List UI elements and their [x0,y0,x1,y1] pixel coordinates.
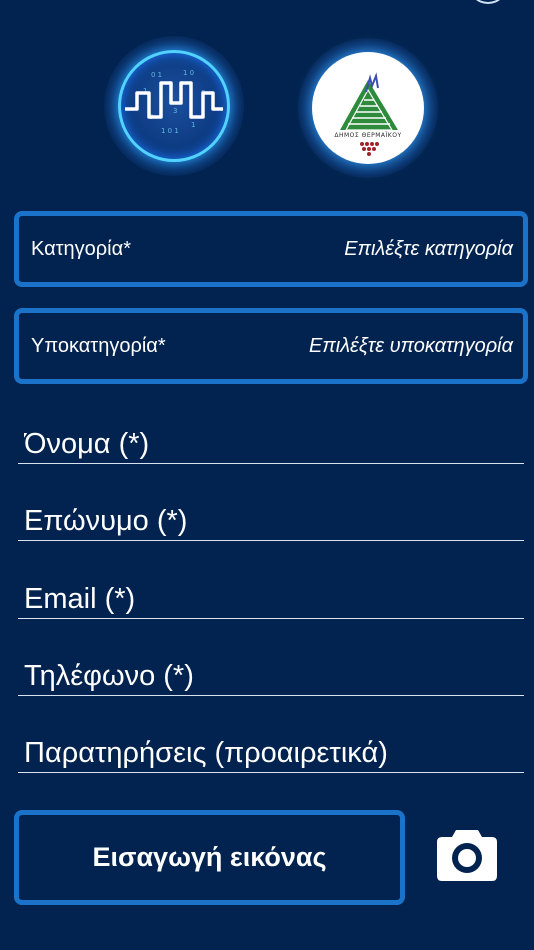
city-wave-icon: 0 1 1 0 1 0 1 0 1 1 0 3 [125,69,223,135]
last-name-field-container [18,493,524,541]
notes-input[interactable] [24,737,514,770]
municipality-logo-badge: ΔΗΜΟΣ ΘΕΡΜΑΪΚΟΥ [312,52,424,164]
subcategory-select[interactable]: Υποκατηγορία* Επιλέξτε υποκατηγορία [14,308,528,384]
mountain-logo-icon [340,72,398,156]
svg-text:3: 3 [173,107,177,115]
app-logo: 0 1 1 0 1 0 1 0 1 1 0 3 [104,36,244,176]
category-value: Επιλέξτε κατηγορία [344,237,513,260]
municipality-logo: ΔΗΜΟΣ ΘΕΡΜΑΪΚΟΥ [298,38,438,178]
phone-input[interactable] [24,660,514,693]
svg-text:1: 1 [191,121,195,129]
subcategory-label: Υποκατηγορία* [31,334,166,357]
email-input[interactable] [24,583,514,616]
top-menu-icon[interactable] [468,0,508,4]
camera-button[interactable] [436,826,498,882]
category-label: Κατηγορία* [31,237,131,260]
last-name-input[interactable] [24,505,514,538]
phone-field-container [18,648,524,696]
first-name-input[interactable] [24,428,514,461]
subcategory-value: Επιλέξτε υποκατηγορία [309,334,513,357]
camera-icon [437,830,497,881]
email-field-container [18,571,524,619]
notes-field-container [18,725,524,773]
svg-text:0 1: 0 1 [151,71,162,79]
insert-image-button[interactable]: Εισαγωγή εικόνας [14,810,405,905]
svg-text:1 0 1: 1 0 1 [161,127,179,135]
first-name-field-container [18,416,524,464]
category-select[interactable]: Κατηγορία* Επιλέξτε κατηγορία [14,211,528,287]
svg-text:1 0: 1 0 [183,69,194,77]
municipality-name: ΔΗΜΟΣ ΘΕΡΜΑΪΚΟΥ [334,132,402,139]
app-logo-badge: 0 1 1 0 1 0 1 0 1 1 0 3 [118,50,230,162]
